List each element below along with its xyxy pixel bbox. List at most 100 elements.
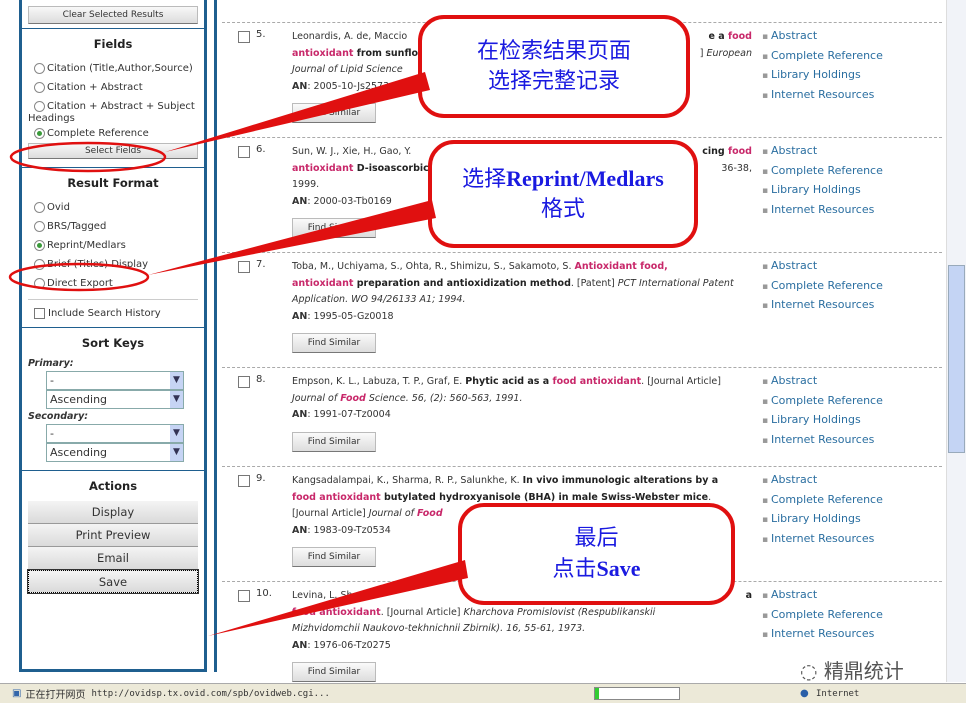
link-abstract[interactable]: Abstract	[762, 257, 883, 277]
accession-number: 2000-03-Tb0169	[313, 195, 392, 207]
secondary-order-select[interactable]: Ascending ▼	[46, 443, 184, 462]
secondary-field-select[interactable]: - ▼	[46, 424, 184, 443]
zone-label: Internet	[816, 688, 860, 699]
radio-icon[interactable]	[34, 82, 45, 93]
radio-complete-reference[interactable]: Complete Reference	[28, 124, 198, 143]
callout-text: 最后	[574, 525, 619, 551]
citation-text: food antioxidant	[292, 606, 381, 618]
wechat-icon: ◌	[800, 659, 824, 683]
radio-label: Ovid	[47, 202, 70, 213]
email-button[interactable]: Email	[28, 547, 198, 570]
radio-icon[interactable]	[34, 240, 45, 251]
radio-field-1[interactable]: Citation + Abstract	[28, 78, 198, 97]
link-complete-reference[interactable]: Complete Reference	[762, 47, 883, 67]
find-similar-button[interactable]: Find Similar	[292, 218, 376, 238]
include-search-history-checkbox[interactable]: Include Search History	[28, 304, 198, 323]
result-format-heading: Result Format	[67, 176, 159, 190]
radio-format-4[interactable]: Direct Export	[28, 274, 198, 293]
primary-order-select[interactable]: Ascending ▼	[46, 390, 184, 409]
radio-icon[interactable]	[34, 202, 45, 213]
find-similar-button[interactable]: Find Similar	[292, 333, 376, 353]
result-item: 7. Toba, M., Uchiyama, S., Ohta, R., Shi…	[222, 252, 942, 372]
an-label: AN	[292, 195, 308, 207]
display-button[interactable]: Display	[28, 501, 198, 524]
link-complete-reference[interactable]: Complete Reference	[762, 392, 883, 412]
link-complete-reference[interactable]: Complete Reference	[762, 606, 883, 626]
link-library-holdings[interactable]: Library Holdings	[762, 66, 883, 86]
radio-icon[interactable]	[34, 63, 45, 74]
link-internet-resources[interactable]: Internet Resources	[762, 201, 883, 221]
radio-field-0[interactable]: Citation (Title,Author,Source)	[28, 59, 198, 78]
find-similar-button[interactable]: Find Similar	[292, 547, 376, 567]
select-checkbox[interactable]	[238, 261, 250, 273]
chevron-down-icon[interactable]: ▼	[170, 391, 183, 408]
citation-text: Levina, L. Sh.	[292, 590, 356, 601]
select-fields-button[interactable]: Select Fields	[28, 143, 198, 159]
citation-text: [Journal Article]	[292, 508, 369, 519]
link-abstract[interactable]: Abstract	[762, 586, 883, 606]
find-similar-button[interactable]: Find Similar	[292, 431, 376, 452]
citation-text: from sunflo	[353, 47, 419, 59]
link-library-holdings[interactable]: Library Holdings	[762, 510, 883, 530]
result-links: AbstractComplete ReferenceInternet Resou…	[762, 586, 883, 645]
print-preview-button[interactable]: Print Preview	[28, 524, 198, 547]
radio-icon[interactable]	[34, 221, 45, 232]
find-similar-button[interactable]: Find Similar	[292, 662, 376, 682]
radio-format-0[interactable]: Ovid	[28, 198, 198, 217]
citation-text: . [Journal Article]	[641, 376, 721, 387]
select-checkbox[interactable]	[238, 146, 250, 158]
result-format-section: Result Format Ovid BRS/Tagged Reprint/Medl…	[22, 168, 204, 328]
scrollbar-thumb[interactable]	[948, 265, 965, 453]
clear-selected-results-button[interactable]: Clear Selected Results	[28, 6, 198, 24]
radio-format-1[interactable]: BRS/Tagged	[28, 217, 198, 236]
link-internet-resources[interactable]: Internet Resources	[762, 625, 883, 645]
select-checkbox[interactable]	[238, 590, 250, 602]
radio-format-2[interactable]: Reprint/Medlars	[28, 236, 198, 255]
radio-icon[interactable]	[34, 128, 45, 139]
checkbox-icon[interactable]	[34, 308, 45, 319]
select-checkbox[interactable]	[238, 475, 250, 487]
citation-text: antioxidant	[292, 47, 354, 59]
an-label: AN	[292, 310, 308, 322]
radio-label: Citation (Title,Author,Source)	[47, 63, 193, 74]
chevron-down-icon[interactable]: ▼	[170, 425, 183, 442]
radio-icon[interactable]	[34, 259, 45, 270]
citation-text: . [Journal Article]	[380, 606, 464, 618]
link-library-holdings[interactable]: Library Holdings	[762, 181, 883, 201]
link-complete-reference[interactable]: Complete Reference	[762, 277, 883, 297]
citation-text: food antioxidant	[292, 491, 381, 503]
radio-icon[interactable]	[34, 101, 45, 112]
accession-number: 1991-07-Tz0004	[313, 409, 391, 420]
primary-field-select[interactable]: - ▼	[46, 371, 184, 390]
actions-heading: Actions	[88, 479, 138, 493]
select-checkbox[interactable]	[238, 31, 250, 43]
link-library-holdings[interactable]: Library Holdings	[762, 411, 883, 431]
link-internet-resources[interactable]: Internet Resources	[762, 296, 883, 316]
link-complete-reference[interactable]: Complete Reference	[762, 162, 883, 182]
citation-text: PCT International Patent	[617, 277, 734, 289]
link-internet-resources[interactable]: Internet Resources	[762, 431, 883, 451]
chevron-down-icon[interactable]: ▼	[170, 444, 183, 461]
link-abstract[interactable]: Abstract	[762, 471, 883, 491]
find-similar-button[interactable]: Find Similar	[292, 103, 376, 123]
callout-text: 点击	[552, 556, 597, 582]
chevron-down-icon[interactable]: ▼	[170, 372, 183, 389]
link-abstract[interactable]: Abstract	[762, 27, 883, 47]
link-complete-reference[interactable]: Complete Reference	[762, 491, 883, 511]
radio-icon[interactable]	[34, 278, 45, 289]
save-button[interactable]: Save	[27, 569, 199, 594]
citation-text: Application. WO 94/26133 A1; 1994.	[292, 294, 466, 305]
citation-text: In vivo immunologic alterations by a	[522, 475, 719, 486]
link-abstract[interactable]: Abstract	[762, 142, 883, 162]
result-number: 5.	[256, 29, 266, 40]
page-loading-icon: ▣	[12, 688, 22, 699]
citation-text: 36-38,	[721, 162, 752, 174]
radio-format-3[interactable]: Brief (Titles) Display	[28, 255, 198, 274]
citation-text: Sun, W. J., Xie, H., Gao, Y.	[292, 146, 412, 157]
accession-number: 1983-09-Tz0534	[313, 524, 391, 536]
link-abstract[interactable]: Abstract	[762, 372, 883, 392]
result-number: 9.	[256, 473, 266, 484]
select-checkbox[interactable]	[238, 376, 250, 388]
link-internet-resources[interactable]: Internet Resources	[762, 86, 883, 106]
link-internet-resources[interactable]: Internet Resources	[762, 530, 883, 550]
